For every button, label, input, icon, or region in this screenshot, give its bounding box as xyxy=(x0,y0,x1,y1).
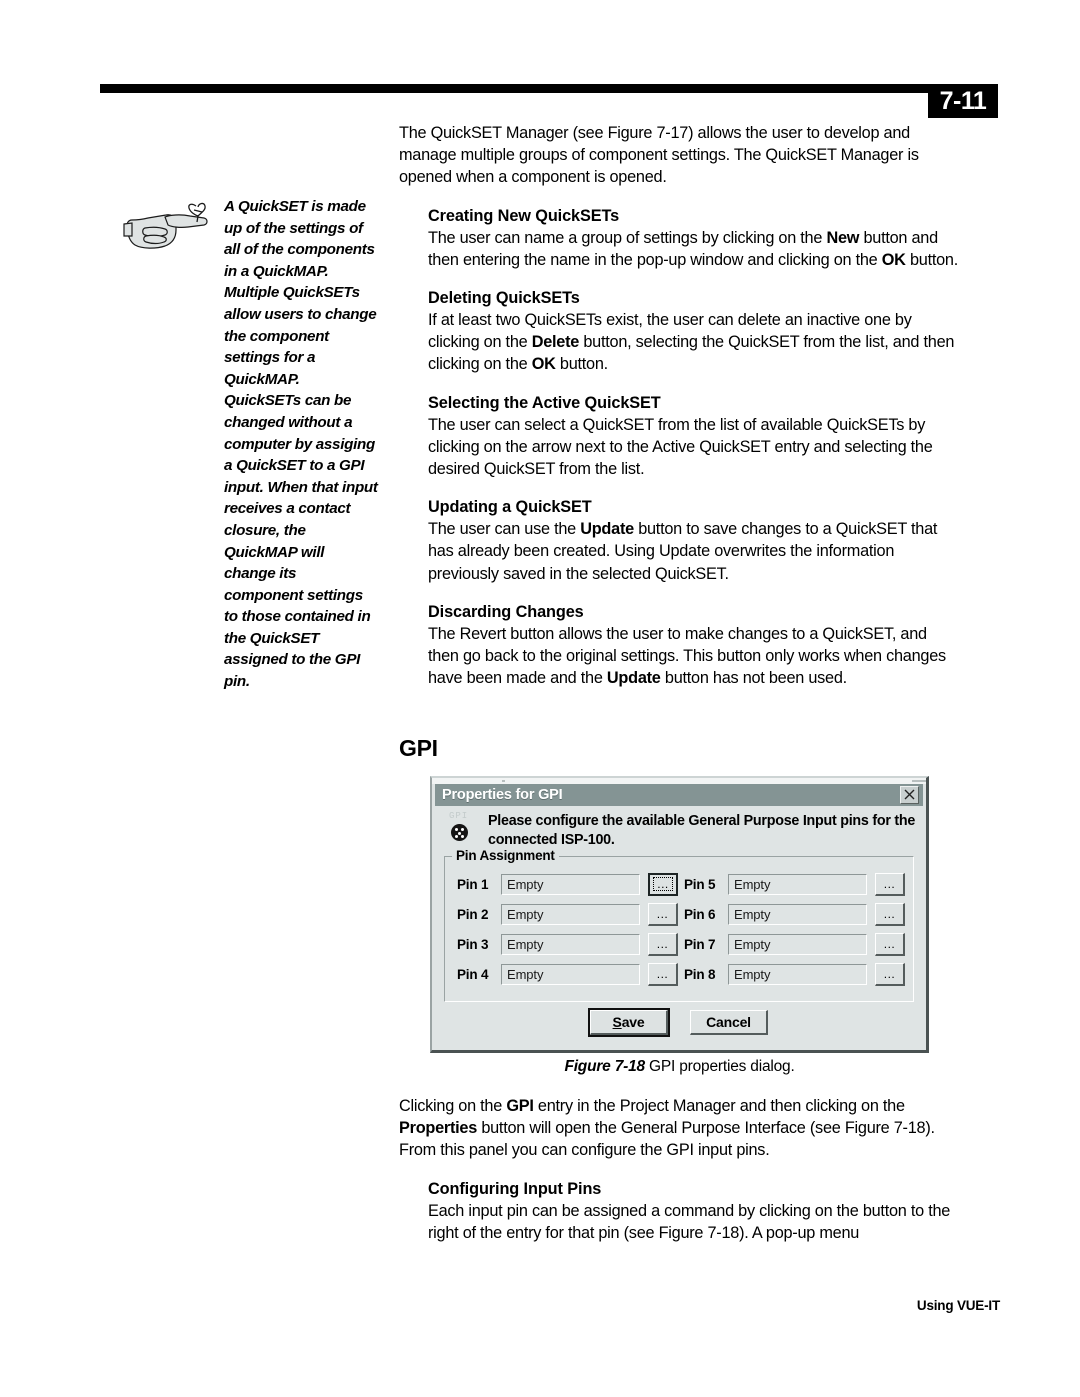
section-configuring-input-pins: Configuring Input Pins Each input pin ca… xyxy=(399,1180,959,1244)
pin-label: Pin 5 xyxy=(684,876,716,892)
section-body: The user can use the Update button to sa… xyxy=(428,520,938,583)
pin-label: Pin 4 xyxy=(457,966,489,982)
save-button[interactable]: Save xyxy=(588,1008,670,1037)
section-body: The Revert button allows the user to mak… xyxy=(428,624,946,688)
pin-row: Pin 1 Empty ... xyxy=(453,871,678,897)
section-creating-new-quicksets: Creating New QuickSETs The user can name… xyxy=(399,207,959,271)
pin-value-field[interactable]: Empty xyxy=(728,903,867,925)
page-footer: Using VUE-IT xyxy=(916,1298,1000,1313)
pin-browse-button[interactable]: ... xyxy=(875,872,905,896)
intro-paragraph: The QuickSET Manager (see Figure 7-17) a… xyxy=(399,124,919,187)
pin-browse-button[interactable]: ... xyxy=(648,902,678,926)
main-content-column: The QuickSET Manager (see Figure 7-17) a… xyxy=(399,122,959,707)
section-body: Each input pin can be assigned a command… xyxy=(428,1201,951,1242)
pin-label: Pin 3 xyxy=(457,936,489,952)
pin-browse-button[interactable]: ... xyxy=(648,872,678,896)
section-body: If at least two QuickSETs exist, the use… xyxy=(428,311,955,374)
gpi-properties-dialog: Properties for GPI GPI Please configure … xyxy=(430,776,929,1053)
pin-grid: Pin 1 Empty ... Pin 5 Empty ... Pin 2 Em… xyxy=(445,867,913,987)
figure-caption: Figure 7-18 GPI properties dialog. xyxy=(430,1058,929,1076)
section-heading: Selecting the Active QuickSET xyxy=(428,393,661,412)
pin-browse-button[interactable]: ... xyxy=(875,902,905,926)
page-number-badge: 7-11 xyxy=(928,84,998,118)
pin-browse-button[interactable]: ... xyxy=(648,932,678,956)
section-body: The user can name a group of settings by… xyxy=(428,228,959,269)
pin-assignment-group: Pin Assignment Pin 1 Empty ... Pin 5 Emp… xyxy=(444,848,914,1002)
pin-row: Pin 4 Empty ... xyxy=(453,961,678,987)
pin-browse-button[interactable]: ... xyxy=(648,962,678,986)
dialog-message: Please configure the available General P… xyxy=(488,813,916,848)
dialog-message-row: GPI Please configure the available Gener… xyxy=(446,811,916,851)
after-figure-column: Clicking on the GPI entry in the Project… xyxy=(399,1095,959,1262)
section-heading: Discarding Changes xyxy=(428,602,584,621)
pin-value-field[interactable]: Empty xyxy=(501,873,640,895)
pin-label: Pin 1 xyxy=(457,876,489,892)
pin-value-field[interactable]: Empty xyxy=(501,933,640,955)
pin-value-field[interactable]: Empty xyxy=(501,903,640,925)
gpi-icon-label: GPI xyxy=(449,811,469,821)
section-discarding-changes: Discarding Changes The Revert button all… xyxy=(399,603,959,690)
pin-assignment-legend: Pin Assignment xyxy=(452,848,559,863)
dialog-titlebar: Properties for GPI xyxy=(435,784,923,806)
pin-browse-button[interactable]: ... xyxy=(875,962,905,986)
pin-row: Pin 5 Empty ... xyxy=(680,871,905,897)
section-heading: Creating New QuickSETs xyxy=(428,206,620,225)
dialog-title: Properties for GPI xyxy=(442,787,563,803)
header-rule xyxy=(100,84,980,93)
pin-label: Pin 6 xyxy=(684,906,716,922)
pin-value-field[interactable]: Empty xyxy=(501,963,640,985)
section-deleting-quicksets: Deleting QuickSETs If at least two Quick… xyxy=(399,289,959,376)
pin-value-field[interactable]: Empty xyxy=(728,933,867,955)
figure-caption-text: GPI properties dialog. xyxy=(644,1058,795,1075)
after-figure-paragraph: Clicking on the GPI entry in the Project… xyxy=(399,1097,935,1160)
section-updating-a-quickset: Updating a QuickSET The user can use the… xyxy=(399,498,959,585)
pin-row: Pin 6 Empty ... xyxy=(680,901,905,927)
pin-value-field[interactable]: Empty xyxy=(728,963,867,985)
section-heading: Updating a QuickSET xyxy=(428,498,592,517)
pointing-hand-icon xyxy=(118,200,210,258)
dialog-action-bar: Save Cancel xyxy=(432,1008,926,1037)
pin-label: Pin 7 xyxy=(684,936,716,952)
gpi-section-heading: GPI xyxy=(399,735,438,761)
gpi-connector-icon: GPI xyxy=(446,811,488,851)
pin-row: Pin 3 Empty ... xyxy=(453,931,678,957)
section-body: The user can select a QuickSET from the … xyxy=(428,415,933,479)
section-selecting-active-quickset: Selecting the Active QuickSET The user c… xyxy=(399,394,959,481)
connector-circle xyxy=(451,824,468,841)
pin-row: Pin 8 Empty ... xyxy=(680,961,905,987)
sidebar-note-text: A QuickSET is made up of the settings of… xyxy=(224,198,378,691)
section-heading: Configuring Input Pins xyxy=(428,1179,602,1198)
pin-value-field[interactable]: Empty xyxy=(728,873,867,895)
pin-row: Pin 2 Empty ... xyxy=(453,901,678,927)
pin-label: Pin 8 xyxy=(684,966,716,982)
figure-caption-label: Figure 7-18 xyxy=(564,1058,645,1075)
pin-browse-button[interactable]: ... xyxy=(875,932,905,956)
pin-row: Pin 7 Empty ... xyxy=(680,931,905,957)
close-icon[interactable] xyxy=(900,786,919,804)
section-heading: Deleting QuickSETs xyxy=(428,289,580,308)
cancel-button[interactable]: Cancel xyxy=(690,1010,768,1035)
pin-label: Pin 2 xyxy=(457,906,489,922)
